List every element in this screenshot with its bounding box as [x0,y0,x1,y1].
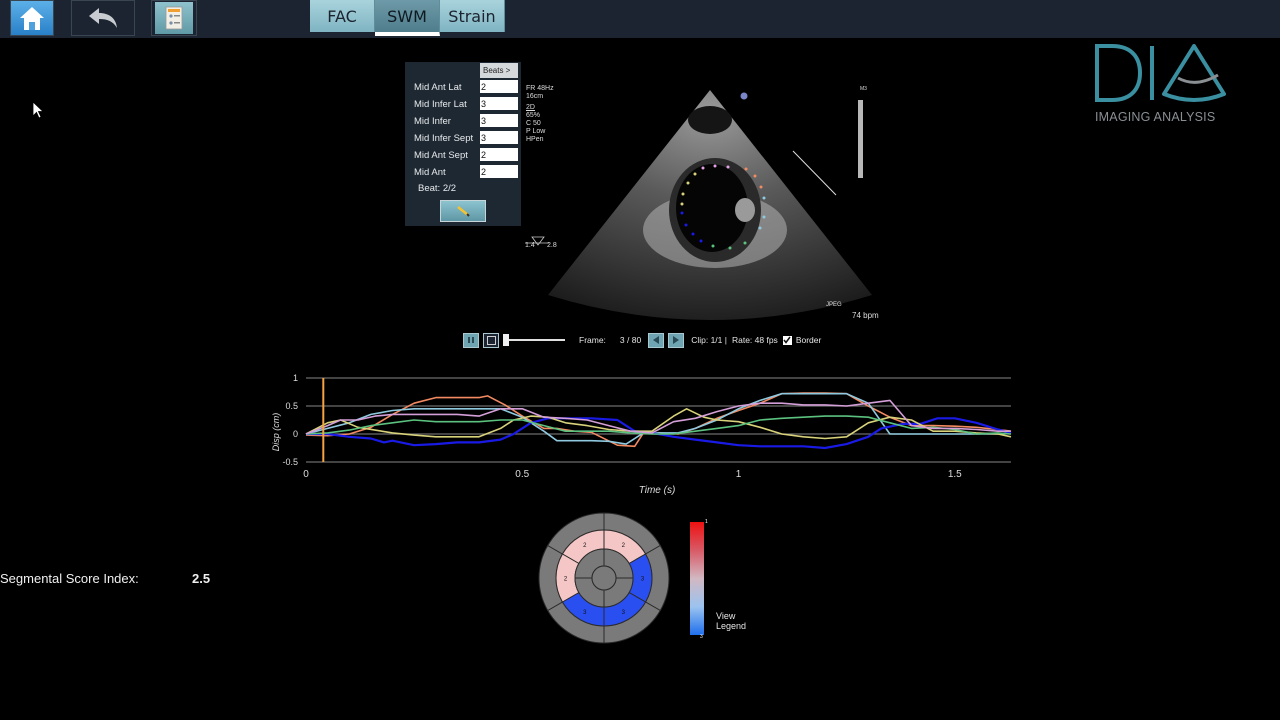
next-frame-button[interactable] [668,332,685,348]
report-button[interactable] [151,0,197,36]
corner-tag: M3 [860,86,867,92]
segment-score-input[interactable] [480,114,518,127]
beats-button[interactable]: Beats > [480,63,518,78]
frame-rate: Rate: 48 fps [731,335,778,345]
border-checkbox[interactable] [782,335,792,345]
gray-scale-bar [858,100,863,178]
x-tick-label: 0.5 [515,469,529,480]
checkmark-icon [783,336,791,344]
border-label: Border [795,335,822,345]
view-legend-link[interactable]: View Legend [716,611,746,631]
y-axis-label: Disp (cm) [271,413,281,452]
segment-label: Mid Infer [414,116,451,127]
pencil-icon [457,206,470,217]
frame-slider[interactable] [503,334,567,346]
segment-row: Mid Infer Lat [414,97,518,112]
orientation-marker-icon [740,92,748,100]
dia-logo [1095,44,1226,102]
back-button[interactable] [71,0,135,36]
segment-score-input[interactable] [480,80,518,93]
y-tick-label: 1 [293,373,298,383]
legend-top-value: 1 [705,519,708,525]
segment-row: Mid Infer Sept [414,131,518,146]
beat-label: Beat: 2/2 [418,183,457,194]
playback-controls: Frame: 3 / 80 Clip: 1/1 | Rate: 48 fps B… [463,331,821,349]
home-button[interactable] [10,0,54,36]
frame-label: Frame: [579,335,606,345]
x-tick-label: 1 [736,469,742,480]
undo-arrow-icon [89,8,117,28]
bullseye-plot: 2 23332 [538,512,670,644]
x-tick-label: 1.5 [948,469,962,480]
next-frame-icon [673,336,680,344]
segment-label: Mid Ant Sept [414,150,468,161]
logo-subtitle: IMAGING ANALYSIS [1095,110,1216,124]
segmental-score-index-value: 2.5 [192,571,211,586]
y-tick-label: 0.5 [285,401,298,411]
segment-row: Mid Ant Sept [414,148,518,163]
analysis-tabs: FAC SWM Strain [310,0,505,36]
home-icon [20,7,44,30]
apex-segment [591,565,617,591]
previous-frame-icon [653,336,660,344]
previous-frame-button[interactable] [648,332,665,348]
mouse-cursor-icon [32,101,44,119]
ultrasound-sector-image [525,90,872,320]
segment-row: Mid Ant [414,165,518,180]
score-color-legend [690,522,704,635]
pause-button[interactable] [463,332,479,348]
segment-label: Mid Infer Sept [414,133,474,144]
y-tick-label: 0 [293,429,298,439]
segment-row: Mid Ant Lat [414,80,518,95]
depth-caliper [792,150,837,196]
stop-button[interactable] [483,332,499,348]
tab-fac[interactable]: FAC [310,0,375,32]
clip-info: Clip: 1/1 | [691,335,727,345]
legend-bottom-value: 3 [700,634,703,640]
segment-row: Mid Infer [414,114,518,129]
pause-icon [468,337,474,343]
heart-rate: 74 bpm [852,311,879,320]
stop-icon [486,335,496,345]
frame-value: 3 / 80 [619,335,642,345]
segment-score-input[interactable] [480,165,518,178]
probe-value-left: 1.4 [525,242,535,249]
segment-score-input[interactable] [480,131,518,144]
y-tick-label: -0.5 [282,457,298,467]
probe-value-right: 2.8 [547,242,557,249]
echo-image-viewer[interactable]: FR 48Hz 16cm 2D 65% C 50 P Low HPen M3 1… [520,80,880,330]
x-tick-label: 0 [303,469,309,480]
segment-label: Mid Ant [414,167,446,178]
edit-contour-button[interactable] [440,200,486,222]
report-document-icon [165,6,183,30]
echo-params: FR 48Hz 16cm 2D 65% C 50 P Low HPen [526,85,554,143]
segment-score-input[interactable] [480,97,518,110]
bottom-tag: JPEG [826,302,842,308]
segment-label: Mid Infer Lat [414,99,467,110]
segment-score-input[interactable] [480,148,518,161]
tab-swm[interactable]: SWM [375,0,440,36]
tab-strain[interactable]: Strain [440,0,505,32]
displacement-chart: 1 0.5 0 -0.5 0 0.5 1 1.5 Disp (cm) Time (s) [271,373,1012,496]
segmental-score-index-label: Segmental Score Index: [0,571,139,586]
x-axis-label: Time (s) [639,485,676,496]
slider-handle[interactable] [503,334,509,346]
segment-label: Mid Ant Lat [414,82,462,93]
